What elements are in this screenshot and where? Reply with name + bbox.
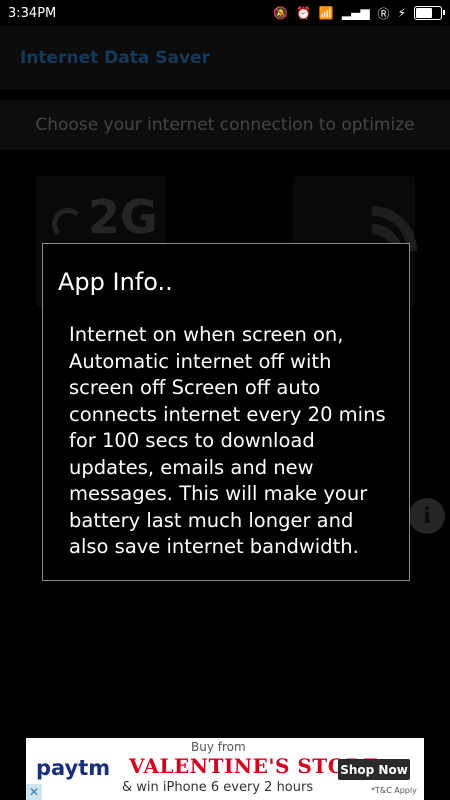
charging-icon: ⚡ <box>397 6 406 20</box>
signal-icon: ▂▄▆ <box>341 6 370 20</box>
status-icons: 🔕 ⏰ 📶 ▂▄▆ Ⓡ ⚡ <box>273 5 445 22</box>
ad-shop-now-button[interactable]: Shop Now <box>338 759 410 780</box>
dialog-body: Internet on when screen on, Automatic in… <box>69 323 386 558</box>
ad-brand-logo: paytm <box>36 756 111 780</box>
ad-headline-small: Buy from <box>191 740 246 754</box>
status-bar: 3:34PM 🔕 ⏰ 📶 ▂▄▆ Ⓡ ⚡ <box>0 0 450 26</box>
dialog-title: App Info.. <box>58 268 173 296</box>
ad-close-icon[interactable]: ✕ <box>26 784 42 800</box>
mute-icon: 🔕 <box>273 6 288 20</box>
ad-tagline: & win iPhone 6 every 2 hours <box>122 780 314 795</box>
battery-icon <box>414 6 445 20</box>
wifi-icon: 📶 <box>318 6 334 20</box>
ad-terms: *T&C Apply <box>371 786 417 795</box>
alarm-icon: ⏰ <box>295 6 311 20</box>
app-info-dialog: App Info.. Internet on when screen on, A… <box>42 243 410 581</box>
roaming-icon: Ⓡ <box>377 6 390 21</box>
status-time: 3:34PM <box>8 5 57 21</box>
ad-banner[interactable]: paytm Buy from VALENTINE'S STORE & win i… <box>26 738 424 800</box>
